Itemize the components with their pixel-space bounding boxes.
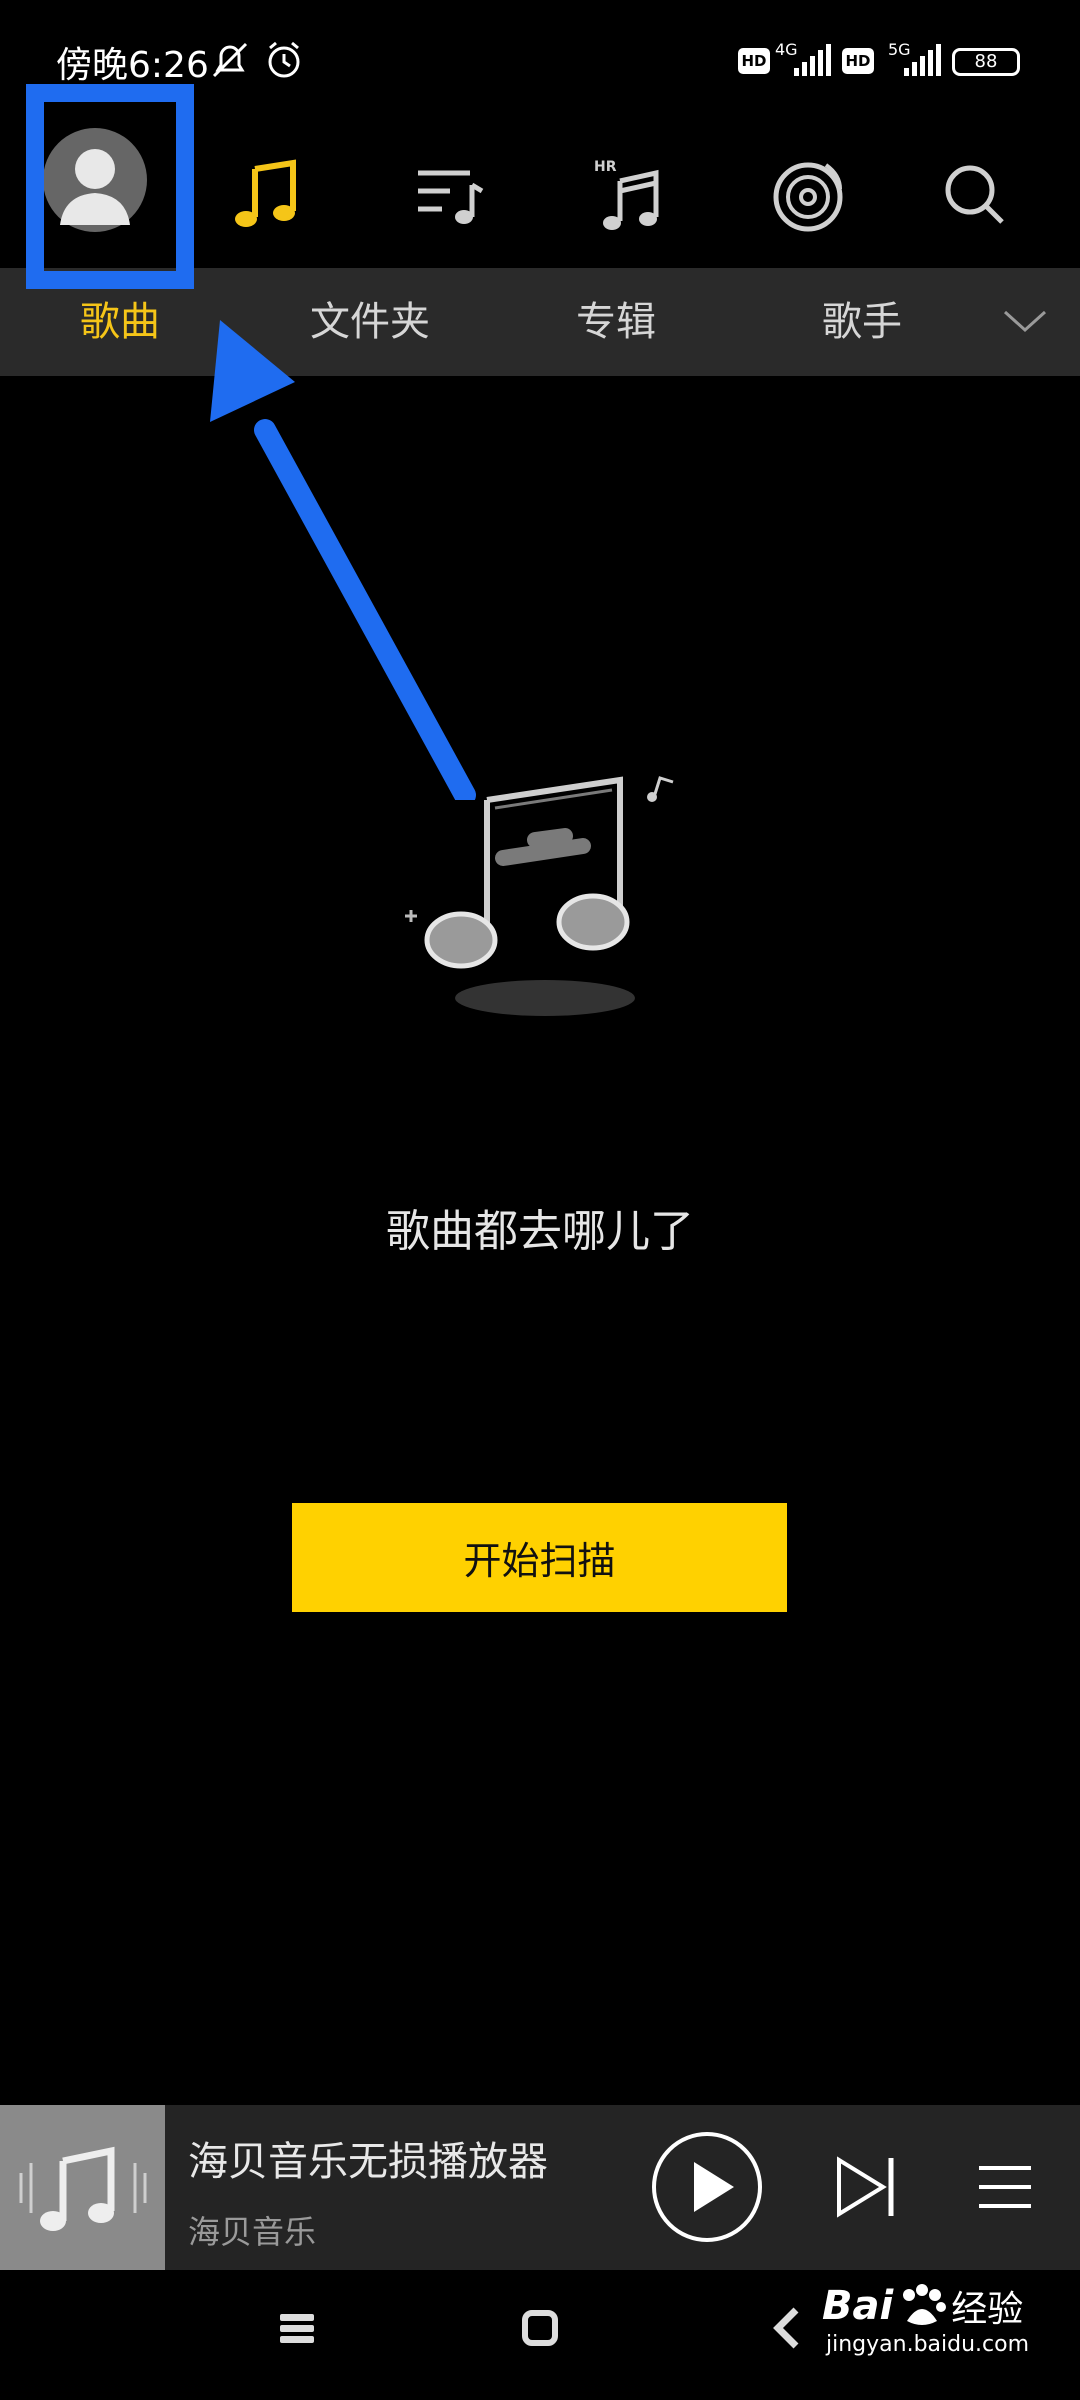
music-note-icon [19, 2146, 146, 2231]
paw-logo-icon [903, 2284, 947, 2325]
nav-vinyl-button[interactable] [753, 140, 863, 250]
playlist-icon [418, 170, 484, 224]
music-note-icon [235, 159, 296, 227]
mini-player[interactable]: 海贝音乐无损播放器 海贝音乐 [0, 2105, 1080, 2270]
signal-icon-2 [904, 44, 941, 76]
nav-playlist-button[interactable] [395, 140, 505, 250]
empty-state-message: 歌曲都去哪儿了 [386, 1206, 694, 1257]
alarm-icon [268, 41, 300, 78]
play-button[interactable] [650, 2130, 764, 2244]
nav-hires-button[interactable]: HR [575, 140, 685, 250]
vinyl-disc-icon [773, 162, 843, 232]
baidu-watermark: Bai 经验 jingyan.baidu.com [822, 2280, 1029, 2357]
highlight-box [26, 84, 194, 289]
hires-music-icon: HR [594, 159, 659, 230]
arrow-annotation [210, 320, 476, 800]
tab-albums[interactable]: 专辑 [576, 268, 656, 376]
track-title: 海贝音乐无损播放器 [188, 2139, 548, 2185]
hd-badge-2: HD [842, 48, 874, 74]
empty-music-illustration-icon [405, 776, 674, 1016]
album-cover[interactable] [0, 2105, 165, 2270]
battery-level: 88 [974, 51, 998, 72]
signal-icon [794, 44, 831, 76]
watermark-brand: Bai [822, 2283, 894, 2329]
recent-apps-icon[interactable] [277, 2308, 317, 2348]
back-icon[interactable] [770, 2306, 806, 2350]
track-artist: 海贝音乐 [188, 2213, 317, 2251]
start-scan-button[interactable]: 开始扫描 [292, 1503, 787, 1612]
chevron-down-icon[interactable] [1003, 308, 1047, 336]
watermark-brand-2: 经验 [951, 2289, 1024, 2330]
tab-artists[interactable]: 歌手 [822, 268, 902, 376]
battery-icon: 88 [952, 48, 1020, 76]
svg-text:HR: HR [594, 159, 617, 175]
mute-icon [212, 42, 248, 78]
search-icon [945, 165, 1004, 224]
next-track-button[interactable] [825, 2150, 905, 2225]
watermark-url: jingyan.baidu.com [826, 2332, 1030, 2357]
search-button[interactable] [920, 140, 1030, 250]
hd-badge: HD [738, 48, 770, 74]
home-icon[interactable] [520, 2308, 560, 2348]
queue-menu-button[interactable] [975, 2150, 1035, 2225]
nav-songs-button[interactable] [214, 140, 324, 250]
status-time: 傍晚6:26 [56, 45, 209, 86]
